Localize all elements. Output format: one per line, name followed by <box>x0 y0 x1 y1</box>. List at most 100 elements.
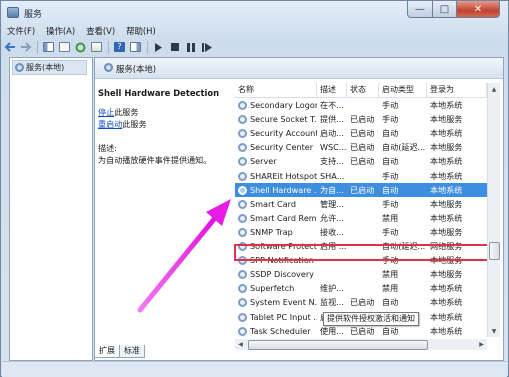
description-text: 为自动播放硬件事件提供通知。 <box>98 155 212 165</box>
pane-header: 服务(本地) <box>95 58 503 79</box>
service-description-cell <box>320 267 347 281</box>
service-log-on-as-cell: 本地服务 <box>430 142 463 153</box>
column-name[interactable]: 名称 <box>235 83 317 97</box>
tree-item-label: 服务(本地) <box>26 63 65 72</box>
scroll-up-arrow-icon[interactable]: ▲ <box>488 83 500 95</box>
service-row[interactable]: Shell Hardware ... 为自... 已启动 自动 本地系统 <box>235 182 487 197</box>
column-status[interactable]: 状态 <box>347 83 379 97</box>
service-startup-type-cell: 手动 <box>382 114 399 125</box>
service-description-cell: 在不... <box>320 100 344 110</box>
menu-help[interactable]: 帮助(H) <box>121 24 162 38</box>
service-status-cell <box>350 225 379 239</box>
service-row[interactable]: Smart Card 管理... 手动 本地服务 <box>235 197 487 211</box>
service-startup-type-cell: 禁用 <box>382 283 399 294</box>
tab-standard[interactable]: 标准 <box>119 345 145 358</box>
stop-service-link[interactable]: 停止 <box>98 107 114 117</box>
service-status-cell <box>350 169 379 183</box>
maximize-button[interactable]: □ <box>433 1 457 18</box>
service-name-cell: SPP Notification ... <box>250 255 317 266</box>
scroll-down-arrow-icon[interactable]: ▼ <box>488 325 500 337</box>
service-row[interactable]: SPP Notification ... 手动 本地服务 <box>235 253 487 267</box>
service-row[interactable]: SNMP Trap 接收... 手动 本地服务 <box>235 225 487 239</box>
service-log-on-as-cell: 网络服务 <box>430 241 463 251</box>
service-log-on-as-cell: 本地系统 <box>430 184 463 195</box>
action-pane-icon[interactable] <box>128 40 143 54</box>
service-gear-icon <box>238 171 247 181</box>
stop-icon[interactable] <box>167 40 182 54</box>
help-icon[interactable]: ? <box>112 40 127 54</box>
service-gear-icon <box>238 129 247 139</box>
service-gear-icon <box>238 185 247 195</box>
service-row[interactable]: Software Protect...启用 ... 自动(延迟... 网络服务 <box>235 239 487 253</box>
restart-service-link[interactable]: 重启动 <box>98 119 122 129</box>
service-gear-icon <box>238 101 247 110</box>
refresh-icon[interactable] <box>73 40 88 54</box>
minimize-button[interactable]: — <box>407 1 433 18</box>
play-icon[interactable] <box>151 40 166 54</box>
service-gear-icon <box>238 284 247 294</box>
service-row[interactable]: Secure Socket T... 提供... 已启动 手动 本地服务 <box>235 112 487 126</box>
service-status-cell: 已启动 <box>350 297 375 308</box>
back-icon[interactable] <box>2 40 17 54</box>
properties-icon[interactable] <box>57 40 72 54</box>
service-status-cell <box>350 197 379 211</box>
tab-extended[interactable]: 扩展 <box>94 345 120 358</box>
service-gear-icon <box>238 199 247 209</box>
gear-icon <box>15 63 24 72</box>
column-log-on-as[interactable]: 登录为 <box>427 83 487 97</box>
menu-file[interactable]: 文件(F) <box>2 24 41 38</box>
column-startup-type[interactable]: 启动类型 <box>379 83 427 97</box>
vertical-scroll-thumb[interactable] <box>489 242 500 260</box>
column-header-row: 名称 描述 状态 启动类型 登录为 <box>235 83 487 98</box>
service-status-cell <box>350 211 379 225</box>
forward-icon[interactable] <box>18 40 33 54</box>
services-window: 服务 — □ ✕ 文件(F) 操作(A) 查看(V) 帮助(H) ? 服务(本地… <box>0 0 509 377</box>
services-list: 名称 描述 状态 启动类型 登录为 Secondary Logon 在不... 手动… <box>235 83 487 337</box>
service-name-cell: Tablet PC Input ... <box>250 311 317 322</box>
service-row[interactable]: Smart Card Rem... 允许... 禁用 本地系统 <box>235 211 487 225</box>
service-description-cell: 启动... <box>320 128 344 139</box>
service-startup-type-cell: 手动 <box>382 198 399 209</box>
service-name-cell: SNMP Trap <box>250 226 293 237</box>
service-status-cell <box>350 239 379 253</box>
service-description-cell: 维护... <box>320 283 344 294</box>
horizontal-scroll-thumb[interactable] <box>248 340 428 350</box>
service-row[interactable]: System Event N... 监视... 已启动 自动 本地系统 <box>235 295 487 309</box>
service-status-cell: 已启动 <box>350 142 375 153</box>
service-row[interactable]: Secondary Logon 在不... 手动 本地系统 <box>235 98 487 112</box>
close-button[interactable]: ✕ <box>457 1 500 18</box>
horizontal-scrollbar[interactable]: ◀ ▶ <box>235 339 487 350</box>
restart-icon[interactable] <box>199 40 214 54</box>
service-description-cell: WSC... <box>320 142 347 153</box>
service-gear-icon <box>238 326 247 336</box>
service-name-heading: Shell Hardware Detection <box>98 88 220 98</box>
service-row[interactable]: Server 支持... 已启动 自动 本地系统 <box>235 154 487 168</box>
pause-icon[interactable] <box>183 40 198 54</box>
view-tabs: 扩展 标准 <box>94 345 145 358</box>
console-tree: 服务(本地) <box>9 57 93 361</box>
service-description-cell: 管理... <box>320 198 344 209</box>
export-icon[interactable] <box>89 40 104 54</box>
title-bar[interactable]: 服务 — □ ✕ <box>1 1 508 24</box>
service-gear-icon <box>238 298 247 308</box>
service-log-on-as-cell: 本地系统 <box>430 325 463 336</box>
scroll-left-arrow-icon[interactable]: ◀ <box>235 339 246 350</box>
scroll-right-arrow-icon[interactable]: ▶ <box>476 339 487 350</box>
service-row[interactable]: SSDP Discovery 禁用 本地服务 <box>235 267 487 281</box>
column-description[interactable]: 描述 <box>317 83 347 97</box>
gear-icon <box>104 63 113 72</box>
service-log-on-as-cell: 本地服务 <box>430 114 463 125</box>
service-description-cell: 提供... <box>320 114 344 125</box>
service-row[interactable]: Superfetch 维护... 禁用 本地系统 <box>235 281 487 295</box>
vertical-scrollbar[interactable]: ▲ ▼ <box>487 83 500 337</box>
tree-item-services-local[interactable]: 服务(本地) <box>12 60 87 75</box>
service-row[interactable]: Security Account...启动... 已启动自动 本地系统 <box>235 126 487 140</box>
show-hide-tree-icon[interactable] <box>41 40 56 54</box>
menu-view[interactable]: 查看(V) <box>81 24 121 38</box>
service-row[interactable]: Security Center WSC... 已启动 自动(延迟... 本地服务 <box>235 140 487 154</box>
menu-action[interactable]: 操作(A) <box>41 24 81 38</box>
service-row[interactable]: SHAREit Hotspot...SHA... 手动 本地系统 <box>235 169 487 183</box>
service-startup-type-cell: 自动 <box>382 184 399 195</box>
service-name-cell: Task Scheduler <box>250 325 311 336</box>
service-log-on-as-cell: 本地系统 <box>430 156 463 167</box>
